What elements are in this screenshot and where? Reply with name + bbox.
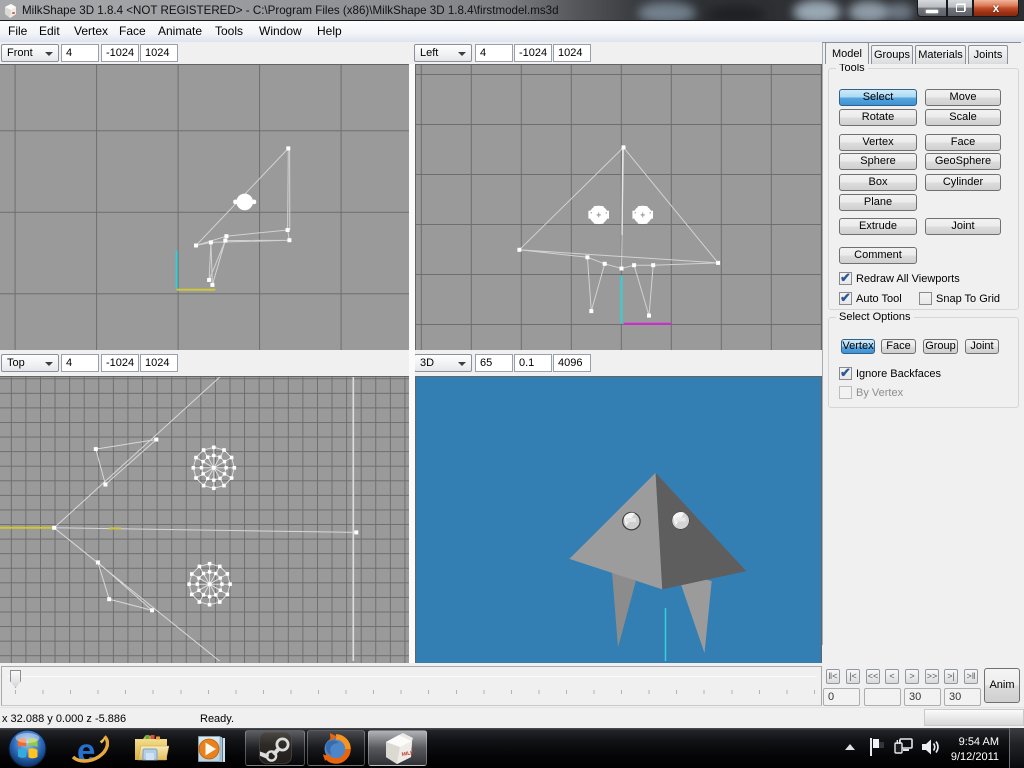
svg-text:9:54 AM: 9:54 AM (959, 736, 999, 748)
svg-text:9/12/2011: 9/12/2011 (951, 751, 999, 763)
svg-text:MILK: MILK (401, 750, 414, 758)
